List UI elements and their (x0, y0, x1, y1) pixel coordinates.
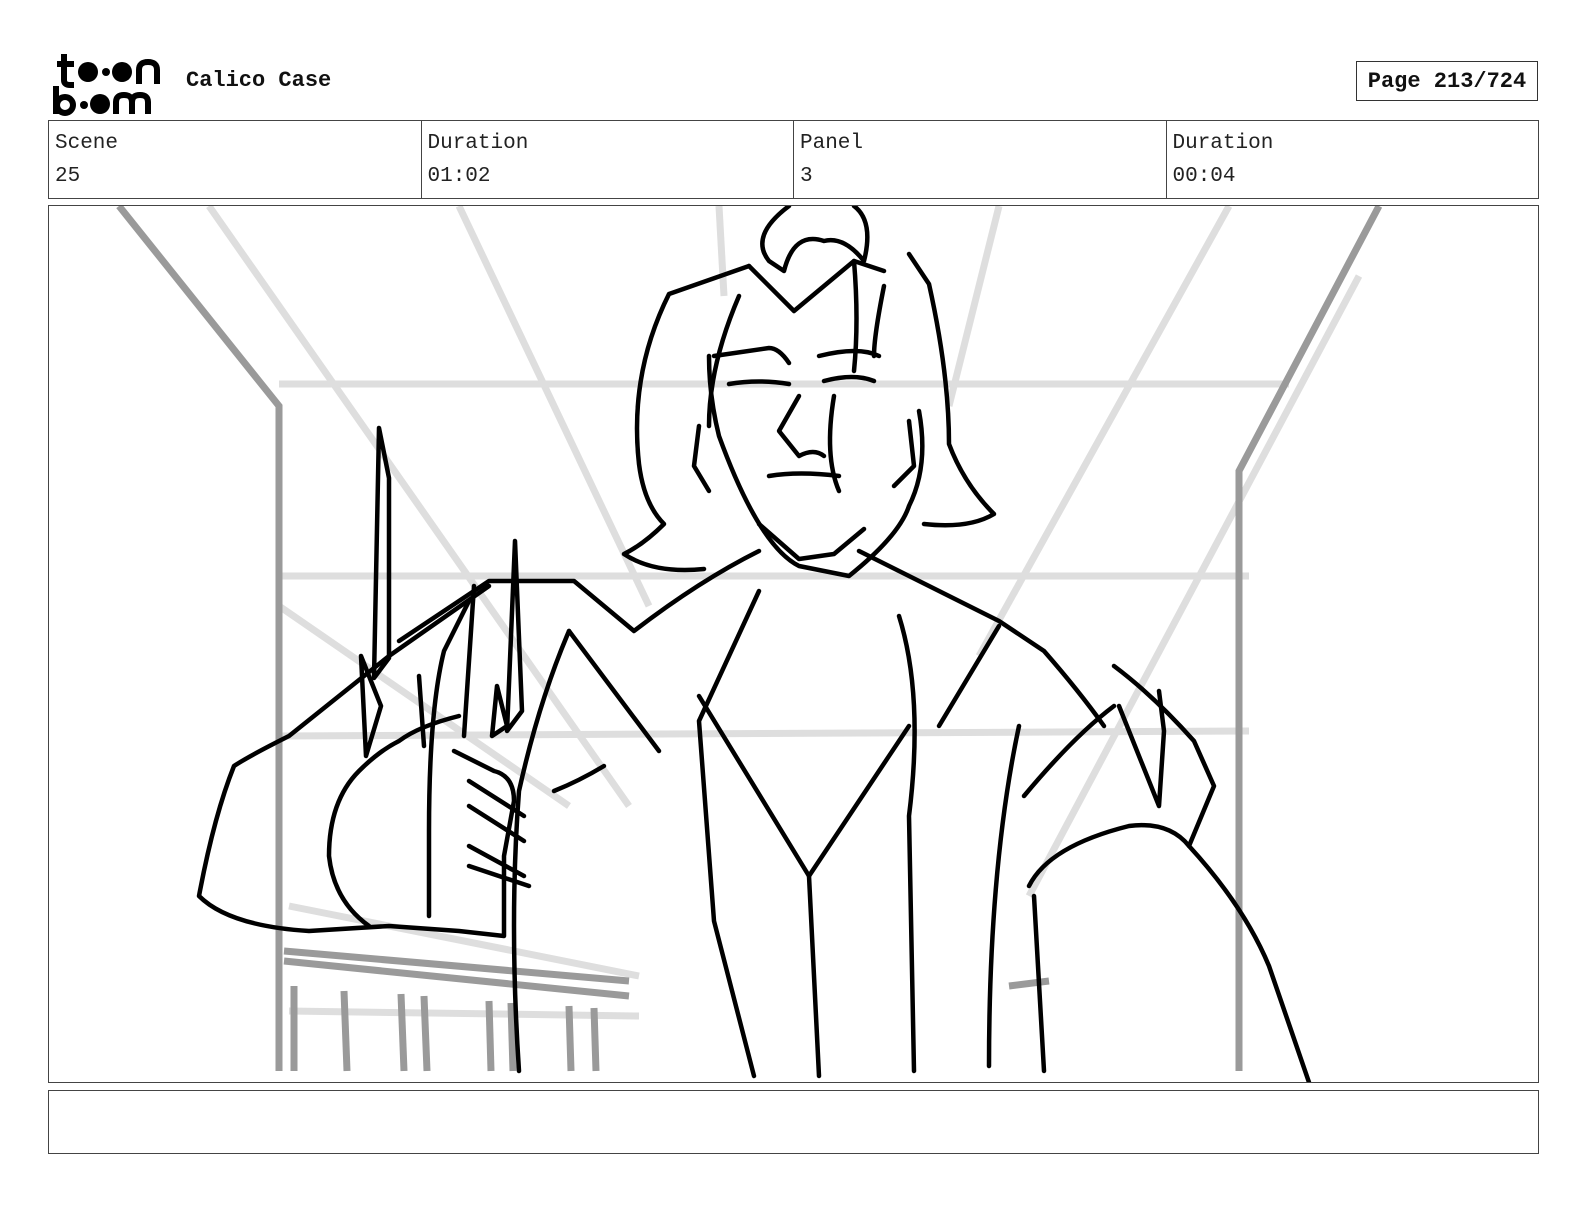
panel-notes-box (48, 1090, 1539, 1154)
scene-duration-cell: Duration 01:02 (422, 121, 794, 198)
storyboard-panel-image (48, 205, 1539, 1083)
scene-value: 25 (55, 165, 81, 188)
scene-info-table: Scene 25 Duration 01:02 Panel 3 Duration… (48, 120, 1539, 199)
project-title: Calico Case (186, 68, 332, 93)
ceiling-grid (206, 206, 1363, 1020)
scene-duration-label: Duration (427, 132, 529, 155)
panel-value: 3 (800, 165, 813, 188)
panel-duration-value: 00:04 (1172, 165, 1236, 188)
scene-duration-value: 01:02 (427, 165, 491, 188)
panel-cell: Panel 3 (794, 121, 1167, 198)
panel-duration-label: Duration (1172, 132, 1274, 155)
sketch-drawing (116, 206, 1383, 1082)
page-number: Page 213/724 (1356, 61, 1538, 101)
panel-label: Panel (800, 132, 864, 155)
panel-duration-cell: Duration 00:04 (1167, 121, 1539, 198)
hallway-walls (116, 206, 1383, 1072)
scene-cell: Scene 25 (49, 121, 422, 198)
scene-label: Scene (55, 132, 119, 155)
toon-boom-logo (53, 54, 160, 116)
